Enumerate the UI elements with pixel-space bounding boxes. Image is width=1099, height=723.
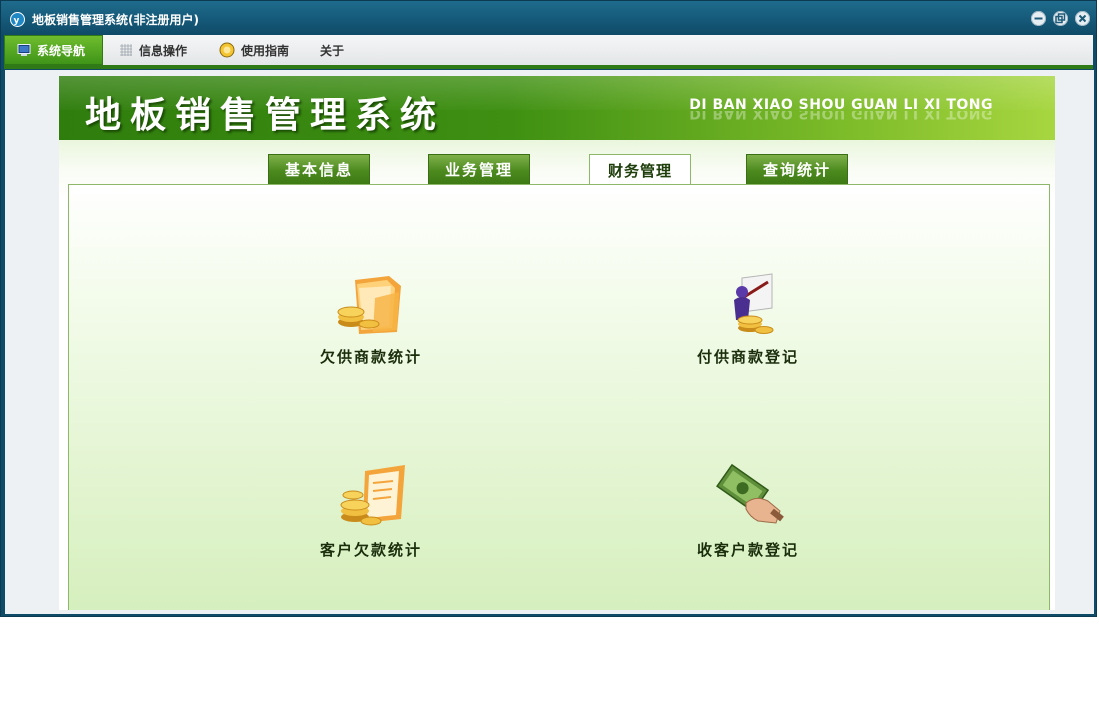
menu-about[interactable]: 关于 <box>320 35 344 65</box>
restore-icon[interactable] <box>1053 11 1068 26</box>
banner-subtitle-reflection: DI BAN XIAO SHOU GUAN LI XI TONG <box>689 111 993 121</box>
minimize-icon[interactable] <box>1031 11 1046 26</box>
monitor-icon <box>17 44 31 56</box>
help-icon <box>219 42 235 58</box>
feature-customer-arrears[interactable]: 客户欠款统计 <box>291 461 451 560</box>
banner-title: 地板销售管理系统 <box>85 94 446 136</box>
feature-supplier-arrears[interactable]: 欠供商款统计 <box>291 268 451 367</box>
feature-label: 欠供商款统计 <box>319 348 422 366</box>
feature-pay-supplier[interactable]: 付供商款登记 <box>668 268 828 367</box>
menu-user-guide[interactable]: 使用指南 <box>219 35 289 65</box>
title-bar[interactable]: y 地板销售管理系统(非注册用户) <box>1 1 1096 36</box>
app-logo-icon: y <box>10 12 25 27</box>
tab-business[interactable]: 业务管理 <box>428 154 530 184</box>
hand-money-icon <box>716 463 784 524</box>
tab-basic-info[interactable]: 基本信息 <box>268 154 370 184</box>
tab-query-stats[interactable]: 查询统计 <box>746 154 848 184</box>
menu-info-ops[interactable]: 信息操作 <box>119 35 187 65</box>
header-banner: 地板销售管理系统 DI BAN XIAO SHOU GUAN LI XI TON… <box>59 76 1055 140</box>
menu-system-nav[interactable]: 系统导航 <box>4 35 103 65</box>
folder-coins-icon <box>337 276 401 334</box>
window-title: 地板销售管理系统(非注册用户) <box>32 13 199 27</box>
svg-text:y: y <box>14 16 20 26</box>
feature-receive-customer[interactable]: 收客户款登记 <box>668 461 828 560</box>
menu-label: 系统导航 <box>37 43 86 58</box>
close-icon[interactable] <box>1075 11 1090 26</box>
feature-label: 收客户款登记 <box>696 541 799 559</box>
menu-label: 关于 <box>320 43 345 58</box>
feature-label: 付供商款登记 <box>696 348 799 366</box>
tab-finance[interactable]: 财务管理 <box>589 154 691 186</box>
menu-divider <box>4 65 1093 69</box>
menu-bar: 系统导航 信息操作 使用指南 关于 <box>4 35 1093 65</box>
grid-icon <box>120 44 132 56</box>
finance-panel <box>68 184 1050 610</box>
presentation-coins-icon <box>734 273 774 334</box>
menu-label: 使用指南 <box>241 43 290 58</box>
feature-label: 客户欠款统计 <box>319 541 422 559</box>
menu-label: 信息操作 <box>139 43 188 58</box>
coins-document-icon <box>340 465 405 526</box>
